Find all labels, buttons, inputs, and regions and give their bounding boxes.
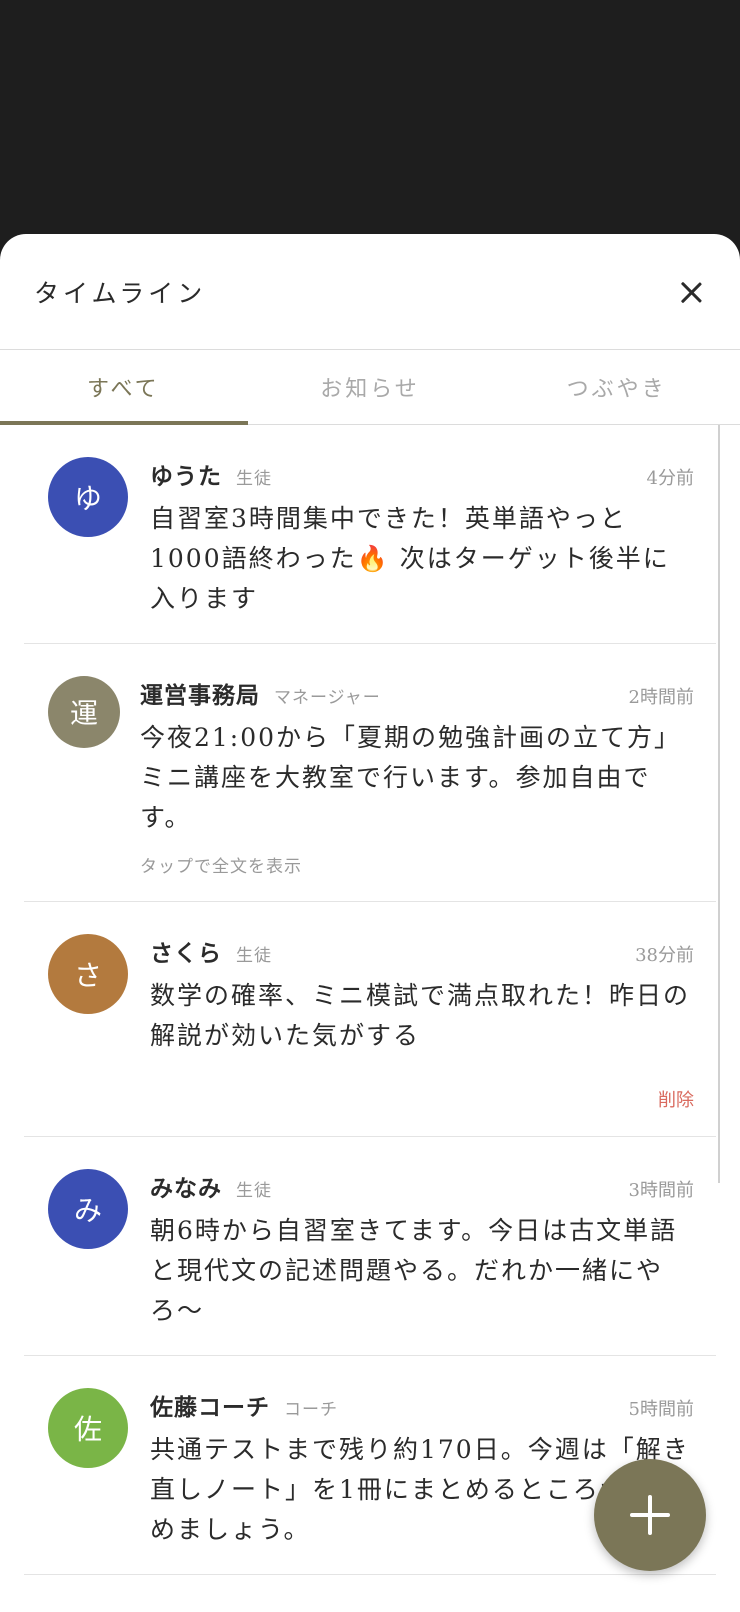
avatar: 佐 [48, 1388, 128, 1468]
post-text: 自習室3時間集中できた！英単語やっと1000語終わった🔥 次はターゲット後半に入… [150, 504, 670, 613]
timeline-sheet: タイムライン すべて お知らせ つぶやき ゆ ゆうた 生徒 4分前 自習室3時間… [0, 234, 740, 1612]
author-name: ゆうた [150, 463, 222, 490]
delete-button[interactable]: 削除 [658, 1086, 694, 1112]
sheet-header: タイムライン [0, 234, 740, 350]
post-time: 5時間前 [628, 1399, 694, 1420]
author-role: マネージャー [274, 688, 381, 708]
new-post-button[interactable] [594, 1459, 706, 1571]
timeline-feed[interactable]: ゆ ゆうた 生徒 4分前 自習室3時間集中できた！英単語やっと1000語終わった… [0, 425, 740, 1611]
post-time: 3時間前 [628, 1180, 694, 1201]
post-item[interactable]: み みなみ 生徒 3時間前 朝6時から自習室きてます。今日は古文単語と現代文の記… [24, 1137, 716, 1356]
author-name: みなみ [150, 1175, 222, 1202]
post-item[interactable]: 運 運営事務局 マネージャー 2時間前 今夜21:00から「夏期の勉強計画の立て… [24, 644, 716, 902]
tab-all[interactable]: すべて [0, 350, 247, 424]
post-item[interactable]: さ さくら 生徒 38分前 数学の確率、ミニ模試で満点取れた！昨日の解説が効いた… [24, 902, 716, 1137]
post-text: 今夜21:00から「夏期の勉強計画の立て方」ミニ講座を大教室で行います。参加自由… [140, 723, 682, 832]
avatar: み [48, 1169, 128, 1249]
tab-bar: すべて お知らせ つぶやき [0, 350, 740, 425]
author-role: 生徒 [236, 469, 272, 489]
author-name: 運営事務局 [140, 682, 260, 709]
plus-icon [630, 1495, 670, 1535]
author-role: コーチ [284, 1400, 338, 1420]
show-full-text-link[interactable]: タップで全文を表示 [140, 852, 694, 877]
sheet-title: タイムライン [34, 278, 207, 308]
post-time: 4分前 [646, 468, 694, 489]
scrollbar[interactable] [718, 425, 720, 1183]
post-time: 38分前 [635, 945, 694, 966]
close-icon[interactable] [676, 277, 706, 307]
post-time: 2時間前 [628, 687, 694, 708]
avatar: ゆ [48, 457, 128, 537]
post-text: 朝6時から自習室きてます。今日は古文単語と現代文の記述問題やる。だれか一緒にやろ… [150, 1216, 678, 1325]
author-name: さくら [150, 940, 222, 967]
author-role: 生徒 [236, 946, 272, 966]
author-name: 佐藤コーチ [150, 1394, 270, 1421]
avatar: 運 [48, 676, 120, 748]
post-item[interactable]: ゆ ゆうた 生徒 4分前 自習室3時間集中できた！英単語やっと1000語終わった… [24, 425, 716, 644]
tab-announcements[interactable]: お知らせ [247, 350, 494, 424]
avatar: さ [48, 934, 128, 1014]
post-text: 数学の確率、ミニ模試で満点取れた！昨日の解説が効いた気がする [150, 981, 691, 1050]
author-role: 生徒 [236, 1181, 272, 1201]
tab-tweets[interactable]: つぶやき [493, 350, 740, 424]
